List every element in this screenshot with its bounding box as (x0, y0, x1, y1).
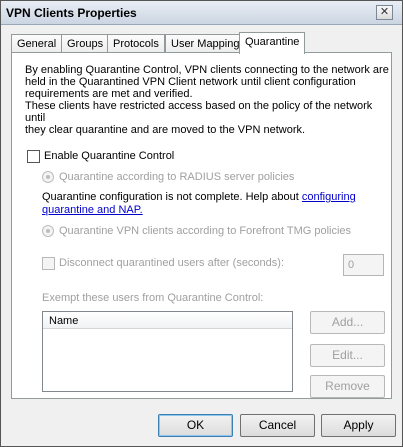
column-header-name[interactable]: Name (49, 315, 78, 327)
quarantine-description: By enabling Quarantine Control, VPN clie… (25, 64, 390, 136)
exempt-users-list[interactable]: Name (42, 311, 293, 392)
description-line: requirements are met and verified. (25, 88, 193, 100)
enable-quarantine-label[interactable]: Enable Quarantine Control (44, 150, 174, 162)
description-line: held in the Quarantined VPN Client netwo… (25, 76, 356, 88)
description-line: By enabling Quarantine Control, VPN clie… (25, 64, 389, 76)
close-icon: ✕ (379, 6, 390, 18)
description-line: These clients have restricted access bas… (25, 100, 373, 124)
tab-protocols[interactable]: Protocols (107, 34, 165, 53)
disconnect-checkbox[interactable] (42, 257, 55, 270)
title-bar: VPN Clients Properties ✕ (1, 1, 402, 25)
enable-quarantine-checkbox[interactable] (27, 150, 40, 163)
configuring-nap-link-cont[interactable]: quarantine and NAP. (42, 204, 143, 216)
disconnect-label: Disconnect quarantined users after (seco… (59, 257, 285, 269)
remove-button[interactable]: Remove (310, 375, 385, 398)
radius-policy-radio[interactable] (42, 171, 54, 183)
tmg-policy-label: Quarantine VPN clients according to Fore… (59, 225, 352, 237)
edit-button[interactable]: Edit... (310, 344, 385, 367)
tab-user-mapping[interactable]: User Mapping (165, 34, 246, 53)
tab-general[interactable]: General (11, 34, 63, 53)
radius-policy-label: Quarantine according to RADIUS server po… (59, 171, 295, 183)
tab-groups[interactable]: Groups (61, 34, 110, 53)
tab-quarantine[interactable]: Quarantine (239, 32, 306, 54)
apply-button[interactable]: Apply (321, 414, 396, 437)
exempt-users-label: Exempt these users from Quarantine Contr… (42, 292, 264, 304)
properties-dialog: VPN Clients Properties ✕ General Groups … (0, 0, 403, 447)
ok-button[interactable]: OK (158, 414, 233, 437)
disconnect-seconds-input[interactable]: 0 (343, 254, 384, 276)
incomplete-config-message: Quarantine configuration is not complete… (42, 191, 356, 217)
close-button[interactable]: ✕ (376, 5, 393, 20)
window-title: VPN Clients Properties (6, 6, 137, 20)
tmg-policy-radio[interactable] (42, 225, 54, 237)
quarantine-panel: By enabling Quarantine Control, VPN clie… (11, 52, 392, 399)
add-button[interactable]: Add... (310, 311, 385, 334)
cancel-button[interactable]: Cancel (240, 414, 315, 437)
description-line: they clear quarantine and are moved to t… (25, 124, 306, 136)
configuring-nap-link[interactable]: configuring (302, 191, 356, 203)
list-header: Name (43, 312, 292, 329)
incomplete-config-text: Quarantine configuration is not complete… (42, 191, 302, 203)
